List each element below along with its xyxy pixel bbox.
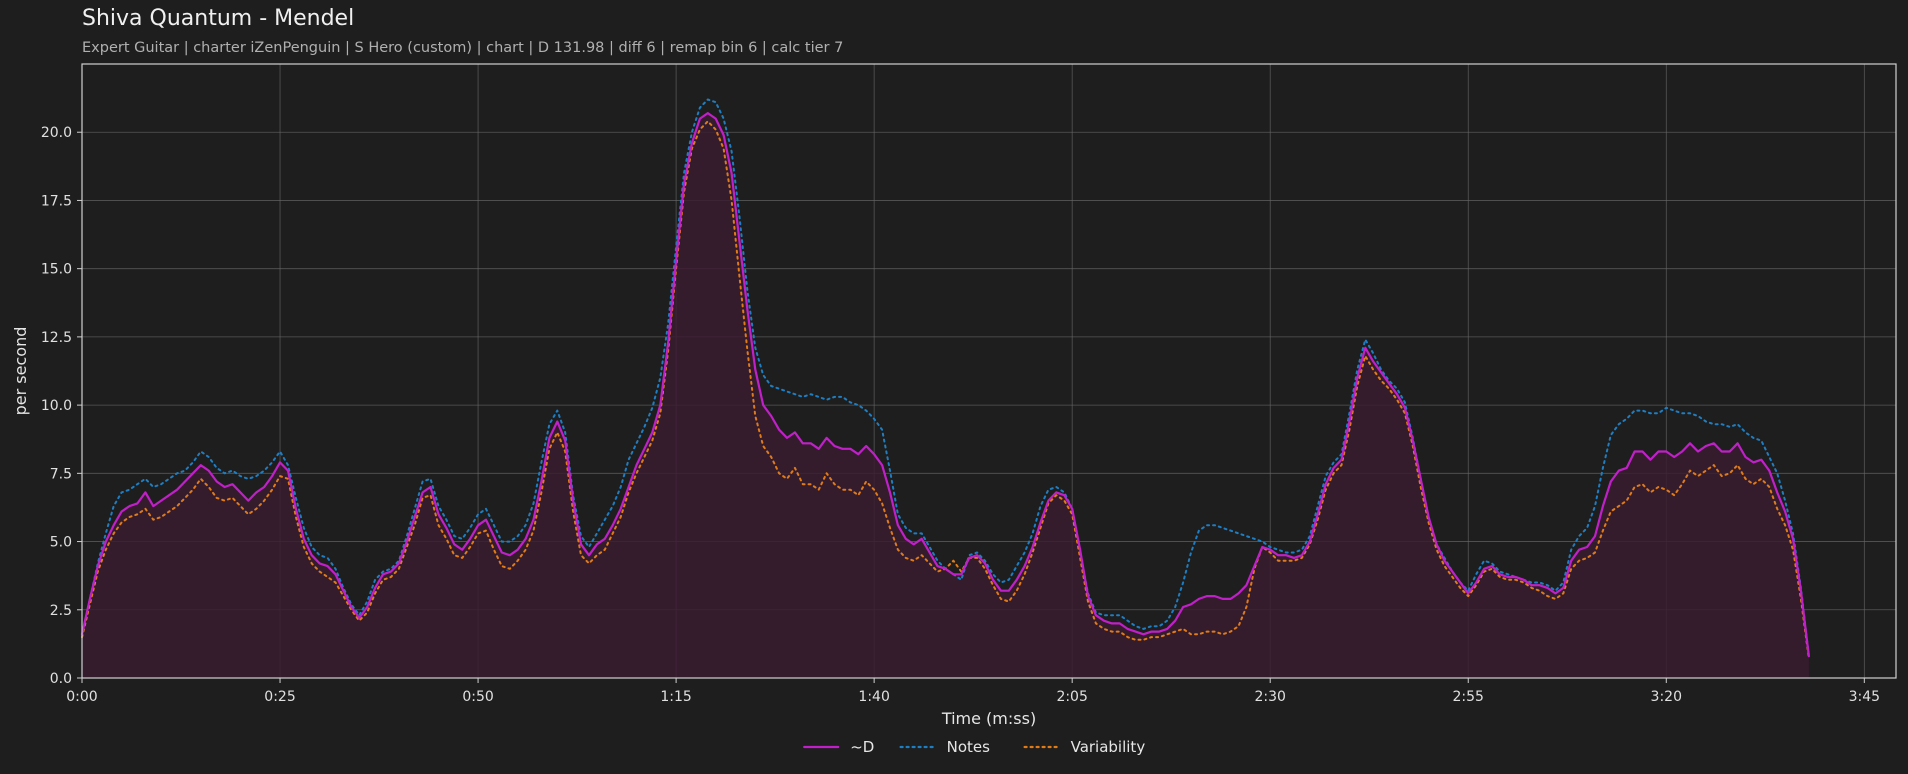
legend-label: ~D xyxy=(850,738,874,756)
y-tick-label: 0.0 xyxy=(50,671,72,687)
x-tick-label: 1:15 xyxy=(660,689,691,705)
y-tick-label: 5.0 xyxy=(50,535,72,551)
x-tick-label: 0:50 xyxy=(462,689,493,705)
legend-label: Notes xyxy=(947,738,991,756)
chart-page: Shiva Quantum - Mendel Expert Guitar | c… xyxy=(0,0,1908,774)
x-tick-label: 2:55 xyxy=(1453,689,1484,705)
y-tick-label: 2.5 xyxy=(50,603,72,619)
x-tick-label: 2:30 xyxy=(1254,689,1285,705)
y-axis-ticks: 0.0 2.5 5.0 7.5 10.0 12.5 15.0 17.5 20.0 xyxy=(41,125,82,687)
y-tick-label: 7.5 xyxy=(50,466,72,482)
y-tick-label: 15.0 xyxy=(41,262,72,278)
line-chart: 0:00 0:25 0:50 1:15 1:40 2:05 2:30 2:55 3:20 3:45… xyxy=(11,63,1897,756)
x-tick-label: 2:05 xyxy=(1056,689,1087,705)
y-tick-label: 20.0 xyxy=(41,125,72,141)
x-tick-label: 3:20 xyxy=(1651,689,1682,705)
y-tick-label: 10.0 xyxy=(41,398,72,414)
x-tick-label: 0:00 xyxy=(66,689,97,705)
x-tick-label: 0:25 xyxy=(264,689,295,705)
legend-label: Variability xyxy=(1071,738,1146,756)
x-tick-label: 1:40 xyxy=(858,689,889,705)
legend: ~D Notes Variability xyxy=(803,738,1146,756)
x-tick-label: 3:45 xyxy=(1849,689,1880,705)
y-tick-label: 12.5 xyxy=(41,330,72,346)
y-tick-label: 17.5 xyxy=(41,193,72,209)
x-axis-ticks: 0:00 0:25 0:50 1:15 1:40 2:05 2:30 2:55 3:20 3:45 xyxy=(66,678,1880,705)
x-axis-label: Time (m:ss) xyxy=(941,709,1036,728)
y-axis-label: per second xyxy=(11,327,30,416)
